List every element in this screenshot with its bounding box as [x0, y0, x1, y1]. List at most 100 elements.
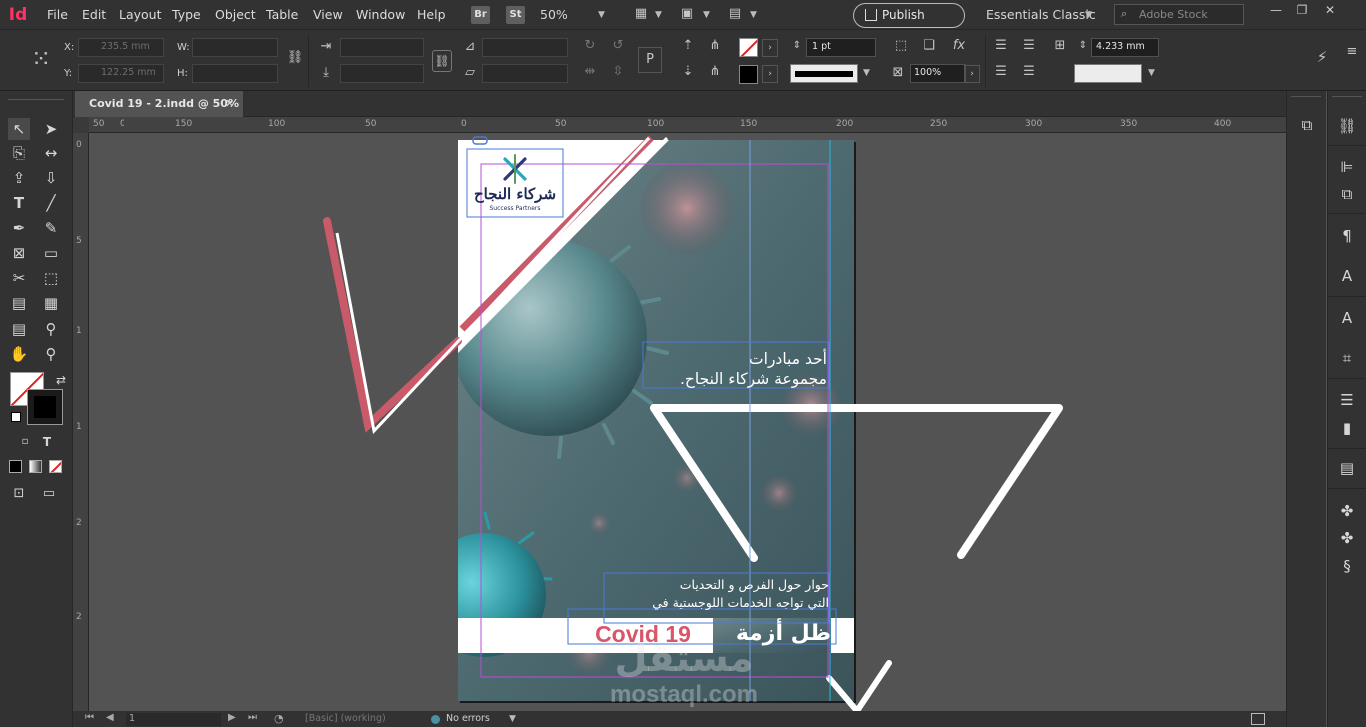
restore-icon[interactable]: ❐: [1290, 3, 1314, 19]
first-page-icon[interactable]: ⏮: [85, 712, 94, 723]
eyedropper-tool-icon[interactable]: ⚲: [40, 318, 62, 340]
width-field[interactable]: [192, 38, 278, 57]
view-options-icon[interactable]: ▦: [632, 6, 650, 21]
close-tab-icon[interactable]: ✕: [225, 91, 234, 117]
stock-search-input[interactable]: ⌕ Adobe Stock: [1114, 4, 1244, 25]
pages-panel-icon[interactable]: ⧉: [1294, 115, 1320, 135]
content-collector-icon[interactable]: ⇪: [8, 167, 30, 189]
fill-swatch[interactable]: [739, 38, 758, 57]
stroke-type-dropdown-icon[interactable]: ▼: [863, 68, 870, 78]
stroke-panel-icon[interactable]: ▤: [1334, 458, 1360, 478]
effects-icon[interactable]: fx: [949, 38, 969, 53]
reference-point-icon[interactable]: ⁙: [26, 44, 56, 74]
gap-tool-icon[interactable]: ↔: [40, 142, 62, 164]
flip-horizontal-icon[interactable]: ⇹: [580, 64, 600, 79]
default-colors-icon[interactable]: [11, 412, 21, 422]
selection-tool-icon[interactable]: ↖: [8, 118, 30, 140]
scale-x-icon[interactable]: ⇥: [318, 39, 334, 54]
align-bottom-icon[interactable]: ☰: [992, 64, 1010, 79]
menu-edit[interactable]: Edit: [82, 7, 106, 22]
view-options-dropdown-icon[interactable]: ▼: [655, 10, 662, 20]
menu-file[interactable]: File: [47, 7, 68, 22]
quick-apply-icon[interactable]: ⚡: [1314, 48, 1330, 66]
scale-y-icon[interactable]: ⤓: [318, 65, 334, 80]
free-transform-tool-icon[interactable]: ⬚: [40, 267, 62, 289]
y-position-field[interactable]: 122.25 mm: [78, 64, 164, 83]
select-previous-icon[interactable]: ⋔: [704, 38, 726, 53]
align-panel-icon[interactable]: ⊫: [1334, 157, 1360, 177]
arrange-dropdown-icon[interactable]: ▼: [750, 10, 757, 20]
opacity-icon[interactable]: ⊠: [890, 65, 906, 80]
document-tab[interactable]: Covid 19 - 2.indd @ 50% ✕: [75, 91, 243, 117]
menu-table[interactable]: Table: [266, 7, 298, 22]
preflight-profile[interactable]: [Basic] (working): [305, 713, 386, 724]
next-page-icon[interactable]: ▶: [228, 712, 236, 723]
select-content-icon[interactable]: ⇣: [680, 64, 696, 79]
menu-type[interactable]: Type: [172, 7, 201, 22]
stroke-weight-field[interactable]: 1 pt: [806, 38, 876, 57]
opacity-field[interactable]: 100%: [910, 64, 966, 83]
apply-color-icon[interactable]: [9, 460, 22, 473]
frame-fitting-icon[interactable]: ⬚: [892, 38, 910, 53]
stroke-dropdown-icon[interactable]: ›: [762, 65, 778, 83]
screen-mode-tool-icon[interactable]: ▭: [38, 483, 60, 505]
swap-colors-icon[interactable]: ⇄: [50, 369, 72, 391]
rotate-cw-icon[interactable]: ↻: [580, 38, 600, 53]
stroke-color-swatch[interactable]: [27, 389, 63, 425]
pasteboard[interactable]: شركاء النجاح Success Partners أحد مبادرا…: [89, 133, 1286, 711]
gutter-stepper-icon[interactable]: ⇕: [1076, 40, 1090, 51]
paragraph-panel-icon[interactable]: ¶: [1334, 226, 1360, 246]
line-tool-icon[interactable]: ╱: [40, 192, 62, 214]
fill-dropdown-icon[interactable]: ›: [762, 39, 778, 57]
links-panel-icon[interactable]: ⛓: [1334, 116, 1360, 136]
object-style-field[interactable]: [1074, 64, 1142, 83]
normal-view-icon[interactable]: ⊡: [8, 483, 30, 505]
stroke-swatch[interactable]: [739, 65, 758, 84]
type-tool-icon[interactable]: T: [8, 192, 30, 214]
rotate-ccw-icon[interactable]: ↺: [608, 38, 628, 53]
zoom-dropdown-icon[interactable]: ▼: [598, 10, 605, 20]
rotate-angle-field[interactable]: [482, 38, 568, 57]
workspace-dropdown-icon[interactable]: ▼: [1085, 10, 1092, 20]
zoom-tool-icon[interactable]: ⚲: [40, 343, 62, 365]
gradient-swatch-tool-icon[interactable]: ▤: [8, 292, 30, 314]
ruler-origin[interactable]: [73, 117, 89, 133]
scale-y-field[interactable]: [340, 64, 424, 83]
gradient-feather-tool-icon[interactable]: ▦: [40, 292, 62, 314]
scale-x-field[interactable]: [340, 38, 424, 57]
last-page-icon[interactable]: ⏭: [248, 712, 257, 723]
bookmarks-panel-icon[interactable]: ▮: [1334, 418, 1360, 438]
page-number-field[interactable]: 1: [126, 713, 221, 726]
page-tool-icon[interactable]: ⎘: [8, 142, 30, 164]
character-panel-icon[interactable]: A: [1334, 266, 1360, 286]
scissors-tool-icon[interactable]: ✂: [8, 267, 30, 289]
previous-page-icon[interactable]: ◀: [106, 712, 114, 723]
stock-button[interactable]: St: [506, 6, 525, 24]
apply-none-icon[interactable]: [49, 460, 62, 473]
menu-layout[interactable]: Layout: [119, 7, 162, 22]
workspace-switcher[interactable]: Essentials Classic: [986, 7, 1096, 22]
stroke-type-field[interactable]: [790, 64, 858, 83]
align-top-icon[interactable]: ☰: [992, 38, 1010, 53]
rectangle-tool-icon[interactable]: ▭: [40, 242, 62, 264]
gutter-icon[interactable]: ⊞: [1052, 38, 1068, 53]
minimize-icon[interactable]: —: [1264, 3, 1288, 19]
bridge-button[interactable]: Br: [471, 6, 490, 24]
screen-mode-dropdown-icon[interactable]: ▼: [703, 10, 710, 20]
menu-view[interactable]: View: [313, 7, 343, 22]
justify-vertical-icon[interactable]: ☰: [1020, 64, 1038, 79]
menu-help[interactable]: Help: [417, 7, 446, 22]
split-view-icon[interactable]: [1251, 713, 1265, 725]
column-gutter-field[interactable]: 4.233 mm: [1091, 38, 1159, 57]
rotate-angle-icon[interactable]: ⊿: [462, 39, 478, 54]
layers-panel-icon[interactable]: ☰: [1334, 390, 1360, 410]
menu-window[interactable]: Window: [356, 7, 405, 22]
color-panel-icon[interactable]: ✤: [1334, 528, 1360, 548]
arrange-documents-icon[interactable]: ▤: [726, 6, 744, 21]
height-field[interactable]: [192, 64, 278, 83]
open-page-icon[interactable]: ◔: [274, 712, 284, 725]
opacity-dropdown-icon[interactable]: ›: [964, 65, 980, 83]
formatting-text-icon[interactable]: T: [36, 431, 58, 453]
publish-online-button[interactable]: Publish Online: [853, 3, 965, 45]
pathfinder-panel-icon[interactable]: ⧉: [1334, 184, 1360, 204]
